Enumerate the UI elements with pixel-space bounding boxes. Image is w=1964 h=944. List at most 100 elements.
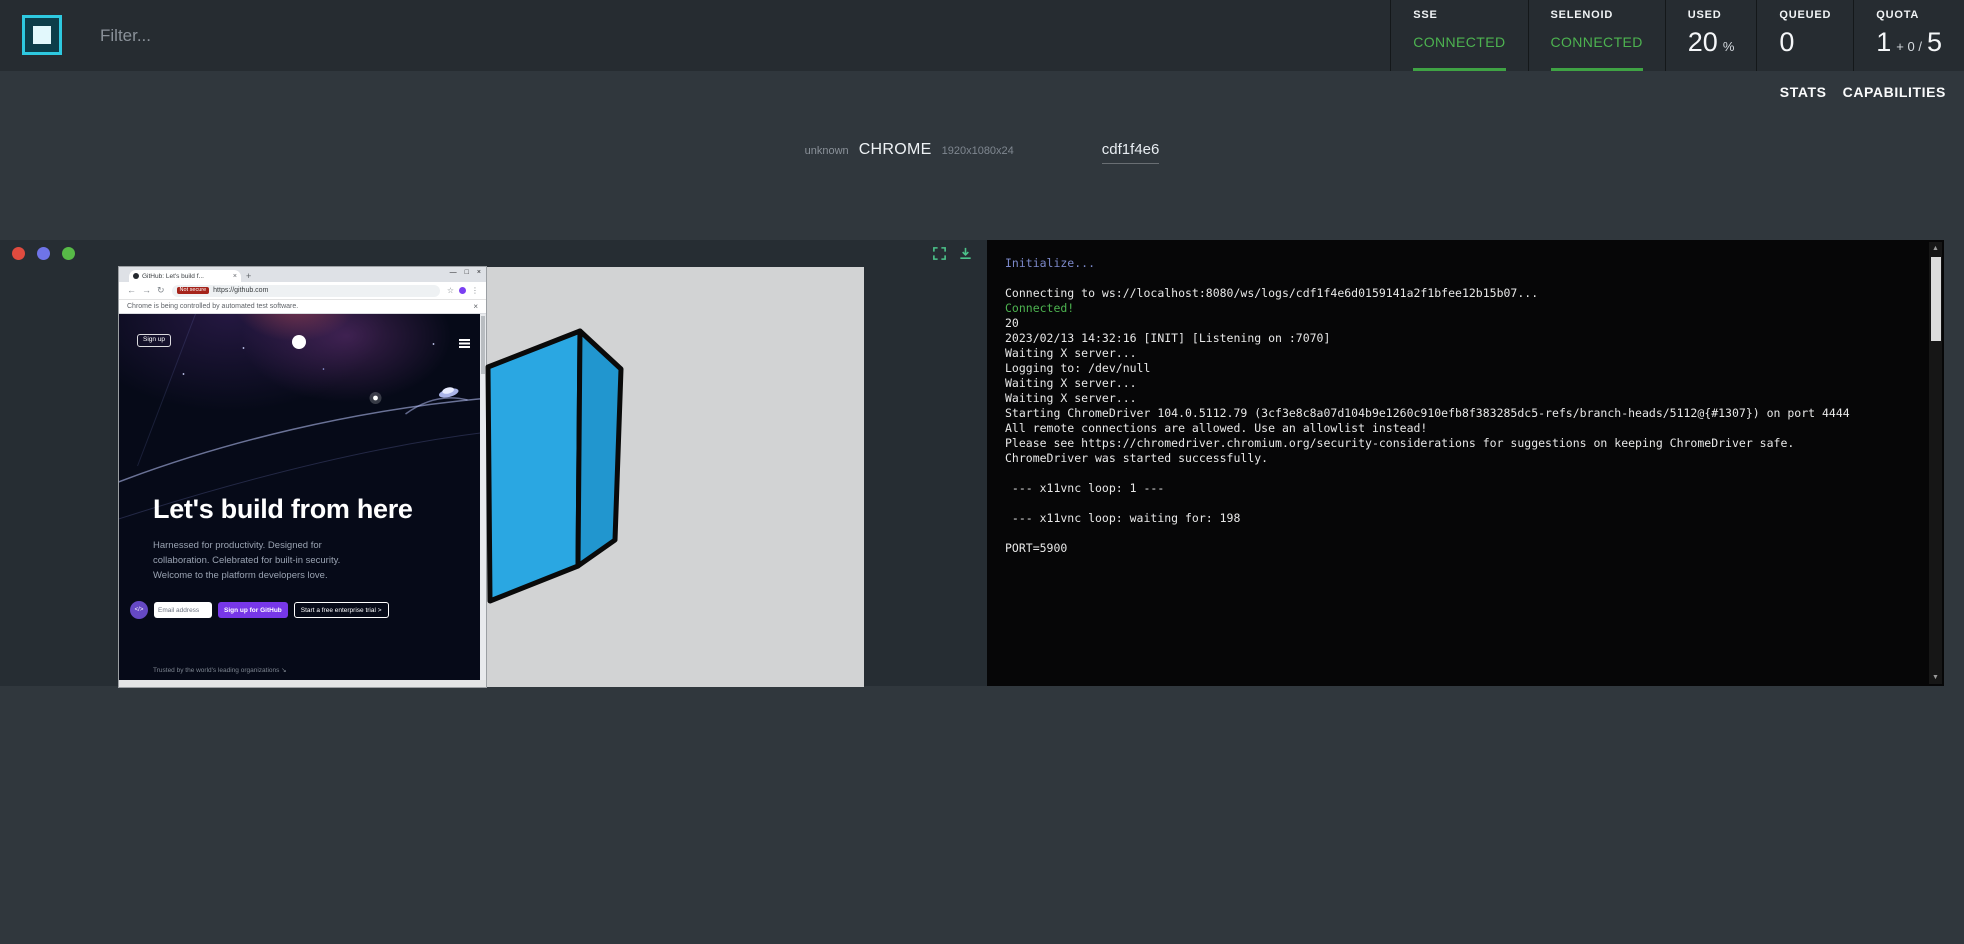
gh-cta-row: </> Sign up for GitHub Start a free ente… [130, 601, 389, 619]
log-line: 2023/02/13 14:32:16 [INIT] [Listening on… [1005, 331, 1918, 346]
close-icon[interactable]: × [477, 269, 481, 276]
gh-signup-button[interactable]: Sign up [137, 334, 171, 347]
gh-hero-heading: Let's build from here [153, 494, 413, 525]
gh-footnote: Trusted by the world's leading organizat… [153, 666, 287, 674]
log-line: --- x11vnc loop: 1 --- [1005, 481, 1918, 496]
log-line: Logging to: /dev/null [1005, 361, 1918, 376]
stat-queued-value: 0 [1779, 27, 1794, 58]
log-line [1005, 526, 1918, 541]
stat-quota-label: QUOTA [1876, 9, 1919, 21]
remote-nav-buttons: ← → ↻ [127, 285, 165, 296]
session-id-link[interactable]: cdf1f4e6 [1102, 141, 1160, 164]
log-line: Waiting X server... [1005, 346, 1918, 361]
session-browser-name: CHROME [859, 141, 932, 159]
window-purple-dot-icon [37, 247, 50, 260]
reload-icon[interactable]: ↻ [157, 285, 165, 296]
log-scroll-thumb[interactable] [1931, 257, 1941, 341]
new-tab-icon[interactable]: + [246, 272, 251, 281]
tab-capabilities[interactable]: CAPABILITIES [1843, 84, 1946, 100]
maximize-icon[interactable]: □ [465, 269, 469, 276]
log-line: Starting ChromeDriver 104.0.5112.79 (3cf… [1005, 406, 1918, 421]
forward-icon[interactable]: → [142, 285, 151, 296]
security-badge: Not secure [177, 287, 210, 295]
session-browser-version: unknown [805, 145, 849, 157]
remote-window-controls: — □ × [450, 269, 481, 276]
log-line: 20 [1005, 316, 1918, 331]
filter-input[interactable] [98, 25, 578, 47]
log-line: Waiting X server... [1005, 391, 1918, 406]
remote-browser-tab[interactable]: GitHub: Let's build f... × [129, 270, 241, 282]
log-line: Connecting to ws://localhost:8080/ws/log… [1005, 286, 1918, 301]
vnc-panel: GitHub: Let's build f... × + — □ × ← → ↻ [0, 240, 987, 686]
code-icon: </> [130, 601, 148, 619]
log-line: ChromeDriver was started successfully. [1005, 451, 1918, 466]
gh-signup-cta-button[interactable]: Sign up for GitHub [218, 602, 288, 618]
log-line: All remote connections are allowed. Use … [1005, 421, 1918, 436]
remote-window-bottom-edge [119, 680, 486, 687]
github-logo-icon[interactable] [292, 335, 306, 349]
remote-tab-strip: GitHub: Let's build f... × + — □ × [119, 267, 486, 282]
log-line: Waiting X server... [1005, 376, 1918, 391]
remote-url: https://github.com [213, 287, 268, 294]
window-red-dot-icon [12, 247, 25, 260]
session-resolution: 1920x1080x24 [942, 145, 1014, 157]
stat-quota: QUOTA 1 + 0 / 5 [1853, 0, 1964, 71]
view-tabs: STATS CAPABILITIES [1780, 84, 1946, 100]
gh-email-input[interactable] [154, 602, 212, 618]
vnc-actions [932, 246, 973, 261]
gh-trial-cta-button[interactable]: Start a free enterprise trial > [294, 602, 389, 618]
stat-used: USED 20 % [1665, 0, 1757, 71]
stat-sse-status: CONNECTED [1413, 34, 1505, 50]
stat-sse: SSE CONNECTED [1390, 0, 1527, 71]
log-scrollbar[interactable]: ▲ ▼ [1929, 242, 1942, 684]
automation-infobar: Chrome is being controlled by automated … [119, 300, 486, 314]
infobar-close-icon[interactable]: × [473, 302, 478, 311]
vnc-titlebar [0, 240, 987, 267]
log-output: Initialize... Connecting to ws://localho… [1005, 256, 1918, 678]
remote-browser-toolbar: ← → ↻ Not secure https://github.com ☆ ⋮ [119, 282, 486, 300]
scroll-down-icon[interactable]: ▼ [1929, 671, 1942, 684]
gh-hero-subheading: Harnessed for productivity. Designed for… [153, 538, 367, 583]
remote-tab-title: GitHub: Let's build f... [142, 273, 230, 280]
stat-queued-label: QUEUED [1779, 9, 1831, 21]
header: SSE CONNECTED SELENOID CONNECTED USED 20… [0, 0, 1964, 71]
session-row[interactable]: unknown CHROME 1920x1080x24 cdf1f4e6 [0, 141, 1964, 164]
log-line: Please see https://chromedriver.chromium… [1005, 436, 1918, 451]
download-icon[interactable] [958, 246, 973, 261]
stat-selenoid-underline [1551, 68, 1643, 71]
fullscreen-icon[interactable] [932, 246, 947, 261]
back-icon[interactable]: ← [127, 285, 136, 296]
automation-infobar-text: Chrome is being controlled by automated … [127, 303, 298, 310]
profile-avatar-icon[interactable] [459, 287, 466, 294]
stat-quota-total: 5 [1927, 27, 1942, 58]
log-line: Connected! [1005, 301, 1918, 316]
stat-quota-pending: + 0 / [1896, 39, 1922, 54]
stat-sse-label: SSE [1413, 9, 1437, 21]
stat-used-label: USED [1688, 9, 1722, 21]
window-green-dot-icon [62, 247, 75, 260]
stat-used-value: 20 [1688, 27, 1718, 58]
stat-queued: QUEUED 0 [1756, 0, 1853, 71]
stat-selenoid-status: CONNECTED [1551, 34, 1643, 50]
remote-toolbar-icons: ☆ ⋮ [447, 286, 479, 295]
vnc-screen[interactable]: GitHub: Let's build f... × + — □ × ← → ↻ [119, 267, 864, 687]
favicon-icon [133, 273, 139, 279]
app-logo[interactable] [22, 15, 62, 55]
session-log-panel: Initialize... Connecting to ws://localho… [987, 240, 1944, 686]
stat-selenoid-label: SELENOID [1551, 9, 1614, 21]
browser-menu-icon[interactable]: ⋮ [471, 286, 479, 295]
stat-selenoid: SELENOID CONNECTED [1528, 0, 1665, 71]
hamburger-menu-icon[interactable] [459, 339, 470, 341]
remote-address-bar[interactable]: Not secure https://github.com [172, 285, 440, 297]
stat-quota-used: 1 [1876, 27, 1891, 58]
log-line: PORT=5900 [1005, 541, 1918, 556]
cube-screensaver [485, 328, 625, 606]
tab-close-icon[interactable]: × [233, 273, 237, 280]
scroll-up-icon[interactable]: ▲ [1929, 242, 1942, 255]
tab-stats[interactable]: STATS [1780, 84, 1827, 100]
app-logo-square-icon [33, 26, 51, 44]
minimize-icon[interactable]: — [450, 269, 457, 276]
remote-page-viewport: Sign up Let's build from here Harnessed … [119, 314, 486, 680]
bookmark-star-icon[interactable]: ☆ [447, 286, 454, 295]
log-line: --- x11vnc loop: waiting for: 198 [1005, 511, 1918, 526]
